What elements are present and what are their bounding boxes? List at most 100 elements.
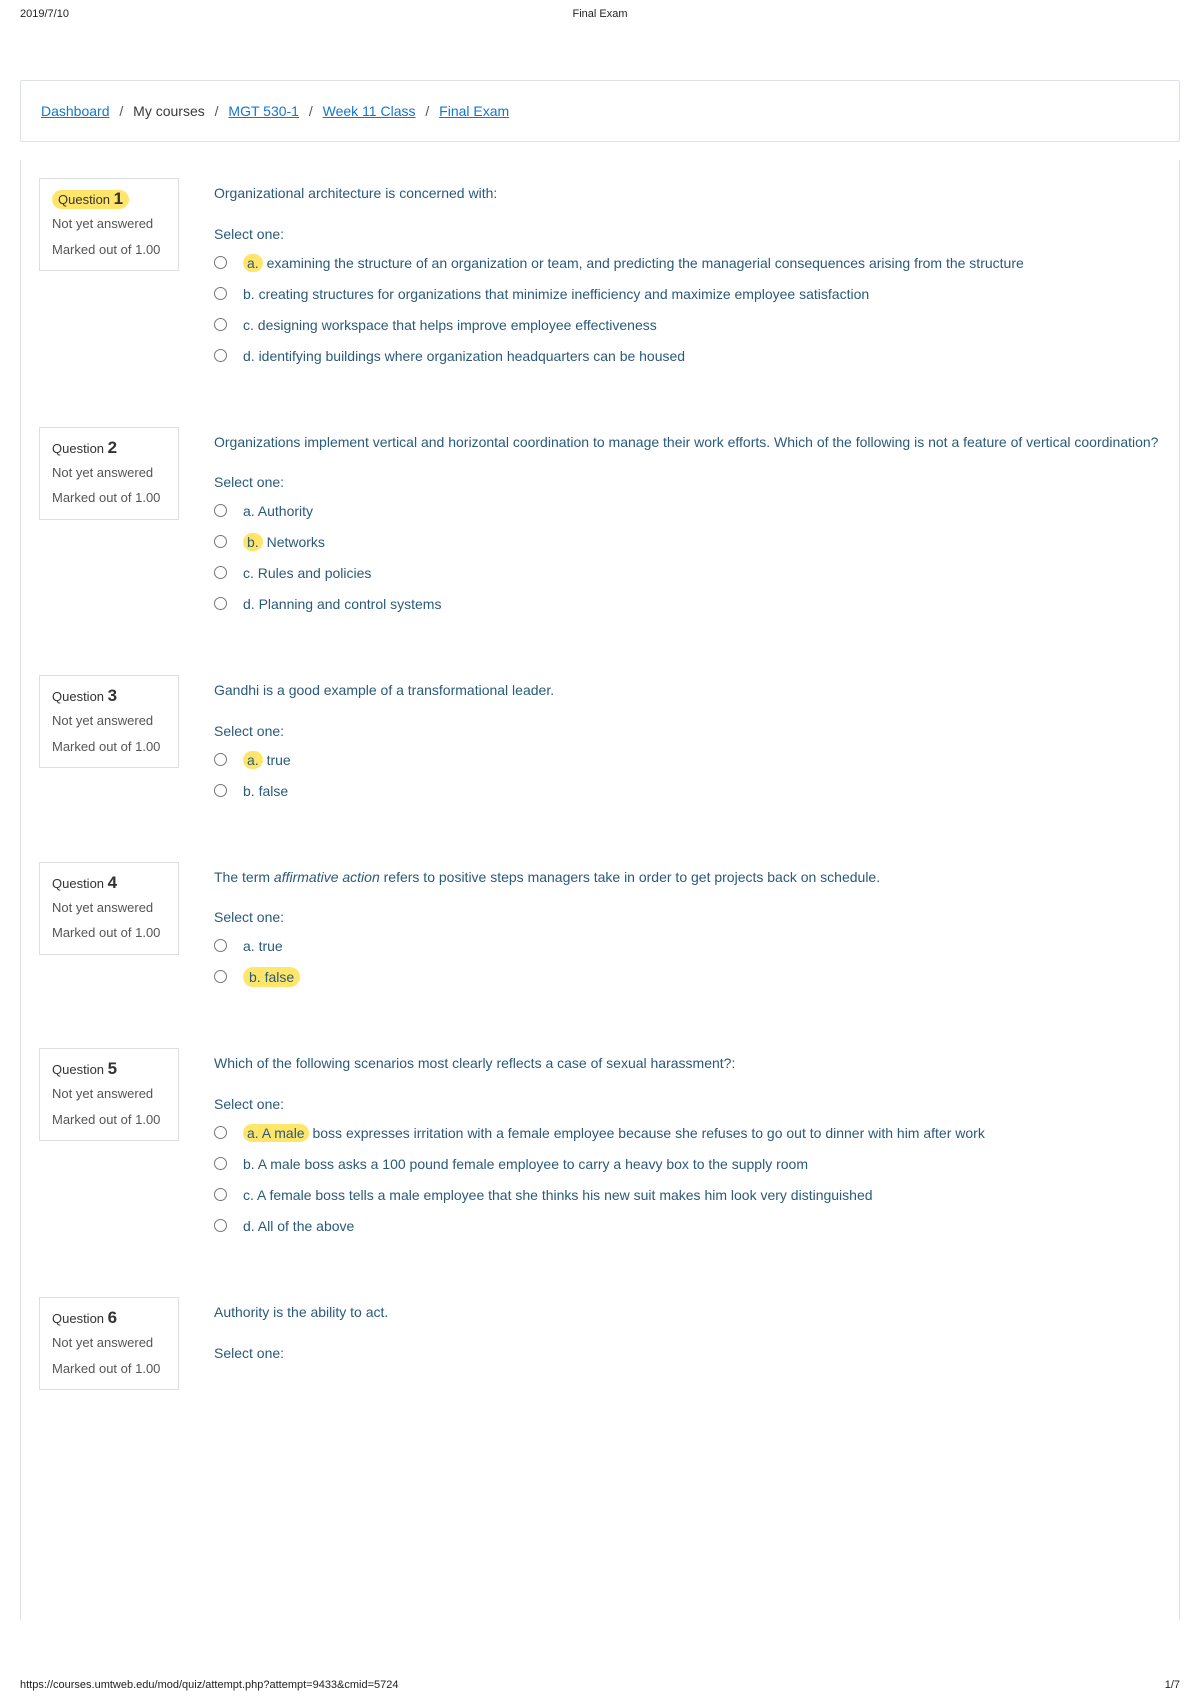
answer-text: a. examining the structure of an organiz… <box>243 253 1024 274</box>
breadcrumb-sep: / <box>119 103 123 119</box>
answer-option: d. All of the above <box>214 1211 1161 1242</box>
question-info: Question 6Not yet answeredMarked out of … <box>39 1297 179 1390</box>
breadcrumb-sep: / <box>309 103 313 119</box>
answer-text: b. false <box>243 781 288 802</box>
breadcrumb-course[interactable]: MGT 530-1 <box>228 103 299 119</box>
answer-radio[interactable] <box>214 1157 227 1170</box>
answer-option: a. A male boss expresses irritation with… <box>214 1118 1161 1149</box>
question-content: Which of the following scenarios most cl… <box>179 1048 1161 1242</box>
answer-radio[interactable] <box>214 939 227 952</box>
question-block: Question 2 Not yet answered Marked out of … <box>39 427 1161 621</box>
answer-radio[interactable] <box>214 970 227 983</box>
answer-text: b. Networks <box>243 532 325 553</box>
answer-text: a. A male boss expresses irritation with… <box>243 1123 985 1144</box>
answer-text: c. designing workspace that helps improv… <box>243 315 657 336</box>
answer-option: c. designing workspace that helps improv… <box>214 310 1161 341</box>
answer-text: a. Authority <box>243 501 313 522</box>
question-label: Question 4 <box>52 873 166 893</box>
answer-radio[interactable] <box>214 318 227 331</box>
answer-text: a. true <box>243 750 291 771</box>
select-one-prompt: Select one: <box>214 909 1161 925</box>
answer-radio[interactable] <box>214 256 227 269</box>
question-grade: Marked out of 1.00 <box>52 489 166 507</box>
question-label: Question 6 <box>52 1308 166 1328</box>
question-state: Not yet answered <box>52 1334 166 1352</box>
answer-text: b. A male boss asks a 100 pound female e… <box>243 1154 808 1175</box>
answer-text: d. Planning and control systems <box>243 594 441 615</box>
quiz-content: Question 1Not yet answeredMarked out of … <box>20 160 1180 1620</box>
answer-radio[interactable] <box>214 753 227 766</box>
question-text: Authority is the ability to act. <box>214 1303 1161 1323</box>
answer-option: b. Networks <box>214 527 1161 558</box>
select-one-prompt: Select one: <box>214 1345 1161 1361</box>
question-state: Not yet answered <box>52 1085 166 1103</box>
question-state: Not yet answered <box>52 464 166 482</box>
answer-text: c. Rules and policies <box>243 563 371 584</box>
answer-text: b. creating structures for organizations… <box>243 284 869 305</box>
answer-text: b. false <box>243 967 300 988</box>
answer-option: a. Authority <box>214 496 1161 527</box>
question-grade: Marked out of 1.00 <box>52 241 166 259</box>
question-label: Question 3 <box>52 686 166 706</box>
answer-radio[interactable] <box>214 597 227 610</box>
answer-option: b. A male boss asks a 100 pound female e… <box>214 1149 1161 1180</box>
answer-option: c. Rules and policies <box>214 558 1161 589</box>
question-content: Organizations implement vertical and hor… <box>179 427 1161 621</box>
question-text: The term affirmative action refers to po… <box>214 868 1161 888</box>
print-title: Final Exam <box>572 8 627 20</box>
answer-text: d. All of the above <box>243 1216 354 1237</box>
answer-radio[interactable] <box>214 1219 227 1232</box>
footer-url: https://courses.umtweb.edu/mod/quiz/atte… <box>20 1679 399 1691</box>
question-content: Gandhi is a good example of a transforma… <box>179 675 1161 807</box>
breadcrumb-dashboard[interactable]: Dashboard <box>41 103 110 119</box>
breadcrumb-sep: / <box>215 103 219 119</box>
answer-radio[interactable] <box>214 1126 227 1139</box>
question-content: The term affirmative action refers to po… <box>179 862 1161 994</box>
answer-radio[interactable] <box>214 287 227 300</box>
question-label: Question 5 <box>52 1059 166 1079</box>
question-content: Organizational architecture is concerned… <box>179 178 1161 372</box>
footer-page: 1/7 <box>1165 1679 1180 1691</box>
select-one-prompt: Select one: <box>214 723 1161 739</box>
select-one-prompt: Select one: <box>214 226 1161 242</box>
answer-option: d. identifying buildings where organizat… <box>214 341 1161 372</box>
question-info: Question 2 Not yet answered Marked out of … <box>39 427 179 520</box>
answer-radio[interactable] <box>214 349 227 362</box>
select-one-prompt: Select one: <box>214 1096 1161 1112</box>
question-grade: Marked out of 1.00 <box>52 738 166 756</box>
question-state: Not yet answered <box>52 712 166 730</box>
question-grade: Marked out of 1.00 <box>52 1111 166 1129</box>
answer-radio[interactable] <box>214 566 227 579</box>
select-one-prompt: Select one: <box>214 474 1161 490</box>
answer-radio[interactable] <box>214 504 227 517</box>
breadcrumb-mycourses: My courses <box>133 103 205 119</box>
answer-option: b. false <box>214 962 1161 993</box>
answer-radio[interactable] <box>214 784 227 797</box>
answer-radio[interactable] <box>214 535 227 548</box>
breadcrumb-sep: / <box>425 103 429 119</box>
answer-option: a. true <box>214 931 1161 962</box>
answer-option: d. Planning and control systems <box>214 589 1161 620</box>
answer-radio[interactable] <box>214 1188 227 1201</box>
breadcrumb-week[interactable]: Week 11 Class <box>323 103 416 119</box>
answer-option: a. examining the structure of an organiz… <box>214 248 1161 279</box>
answer-text: c. A female boss tells a male employee t… <box>243 1185 873 1206</box>
breadcrumb: Dashboard / My courses / MGT 530-1 / Wee… <box>20 80 1180 142</box>
question-block: Question 1Not yet answeredMarked out of … <box>39 178 1161 372</box>
question-content: Authority is the ability to act. Select o… <box>179 1297 1161 1367</box>
answer-text: a. true <box>243 936 283 957</box>
question-state: Not yet answered <box>52 215 166 233</box>
answer-option: b. false <box>214 776 1161 807</box>
question-info: Question 5 Not yet answered Marked out of … <box>39 1048 179 1141</box>
question-block: Question 4Not yet answeredMarked out of … <box>39 862 1161 994</box>
answer-text: d. identifying buildings where organizat… <box>243 346 685 367</box>
question-block: Question 3 Not yet answered Marked out of … <box>39 675 1161 807</box>
answer-option: b. creating structures for organizations… <box>214 279 1161 310</box>
question-label: Question 2 <box>52 438 166 458</box>
answer-option: a. true <box>214 745 1161 776</box>
breadcrumb-exam[interactable]: Final Exam <box>439 103 509 119</box>
question-info: Question 4Not yet answeredMarked out of … <box>39 862 179 955</box>
print-date: 2019/7/10 <box>20 8 69 20</box>
question-text: Organizational architecture is concerned… <box>214 184 1161 204</box>
question-block: Question 6Not yet answeredMarked out of … <box>39 1297 1161 1390</box>
